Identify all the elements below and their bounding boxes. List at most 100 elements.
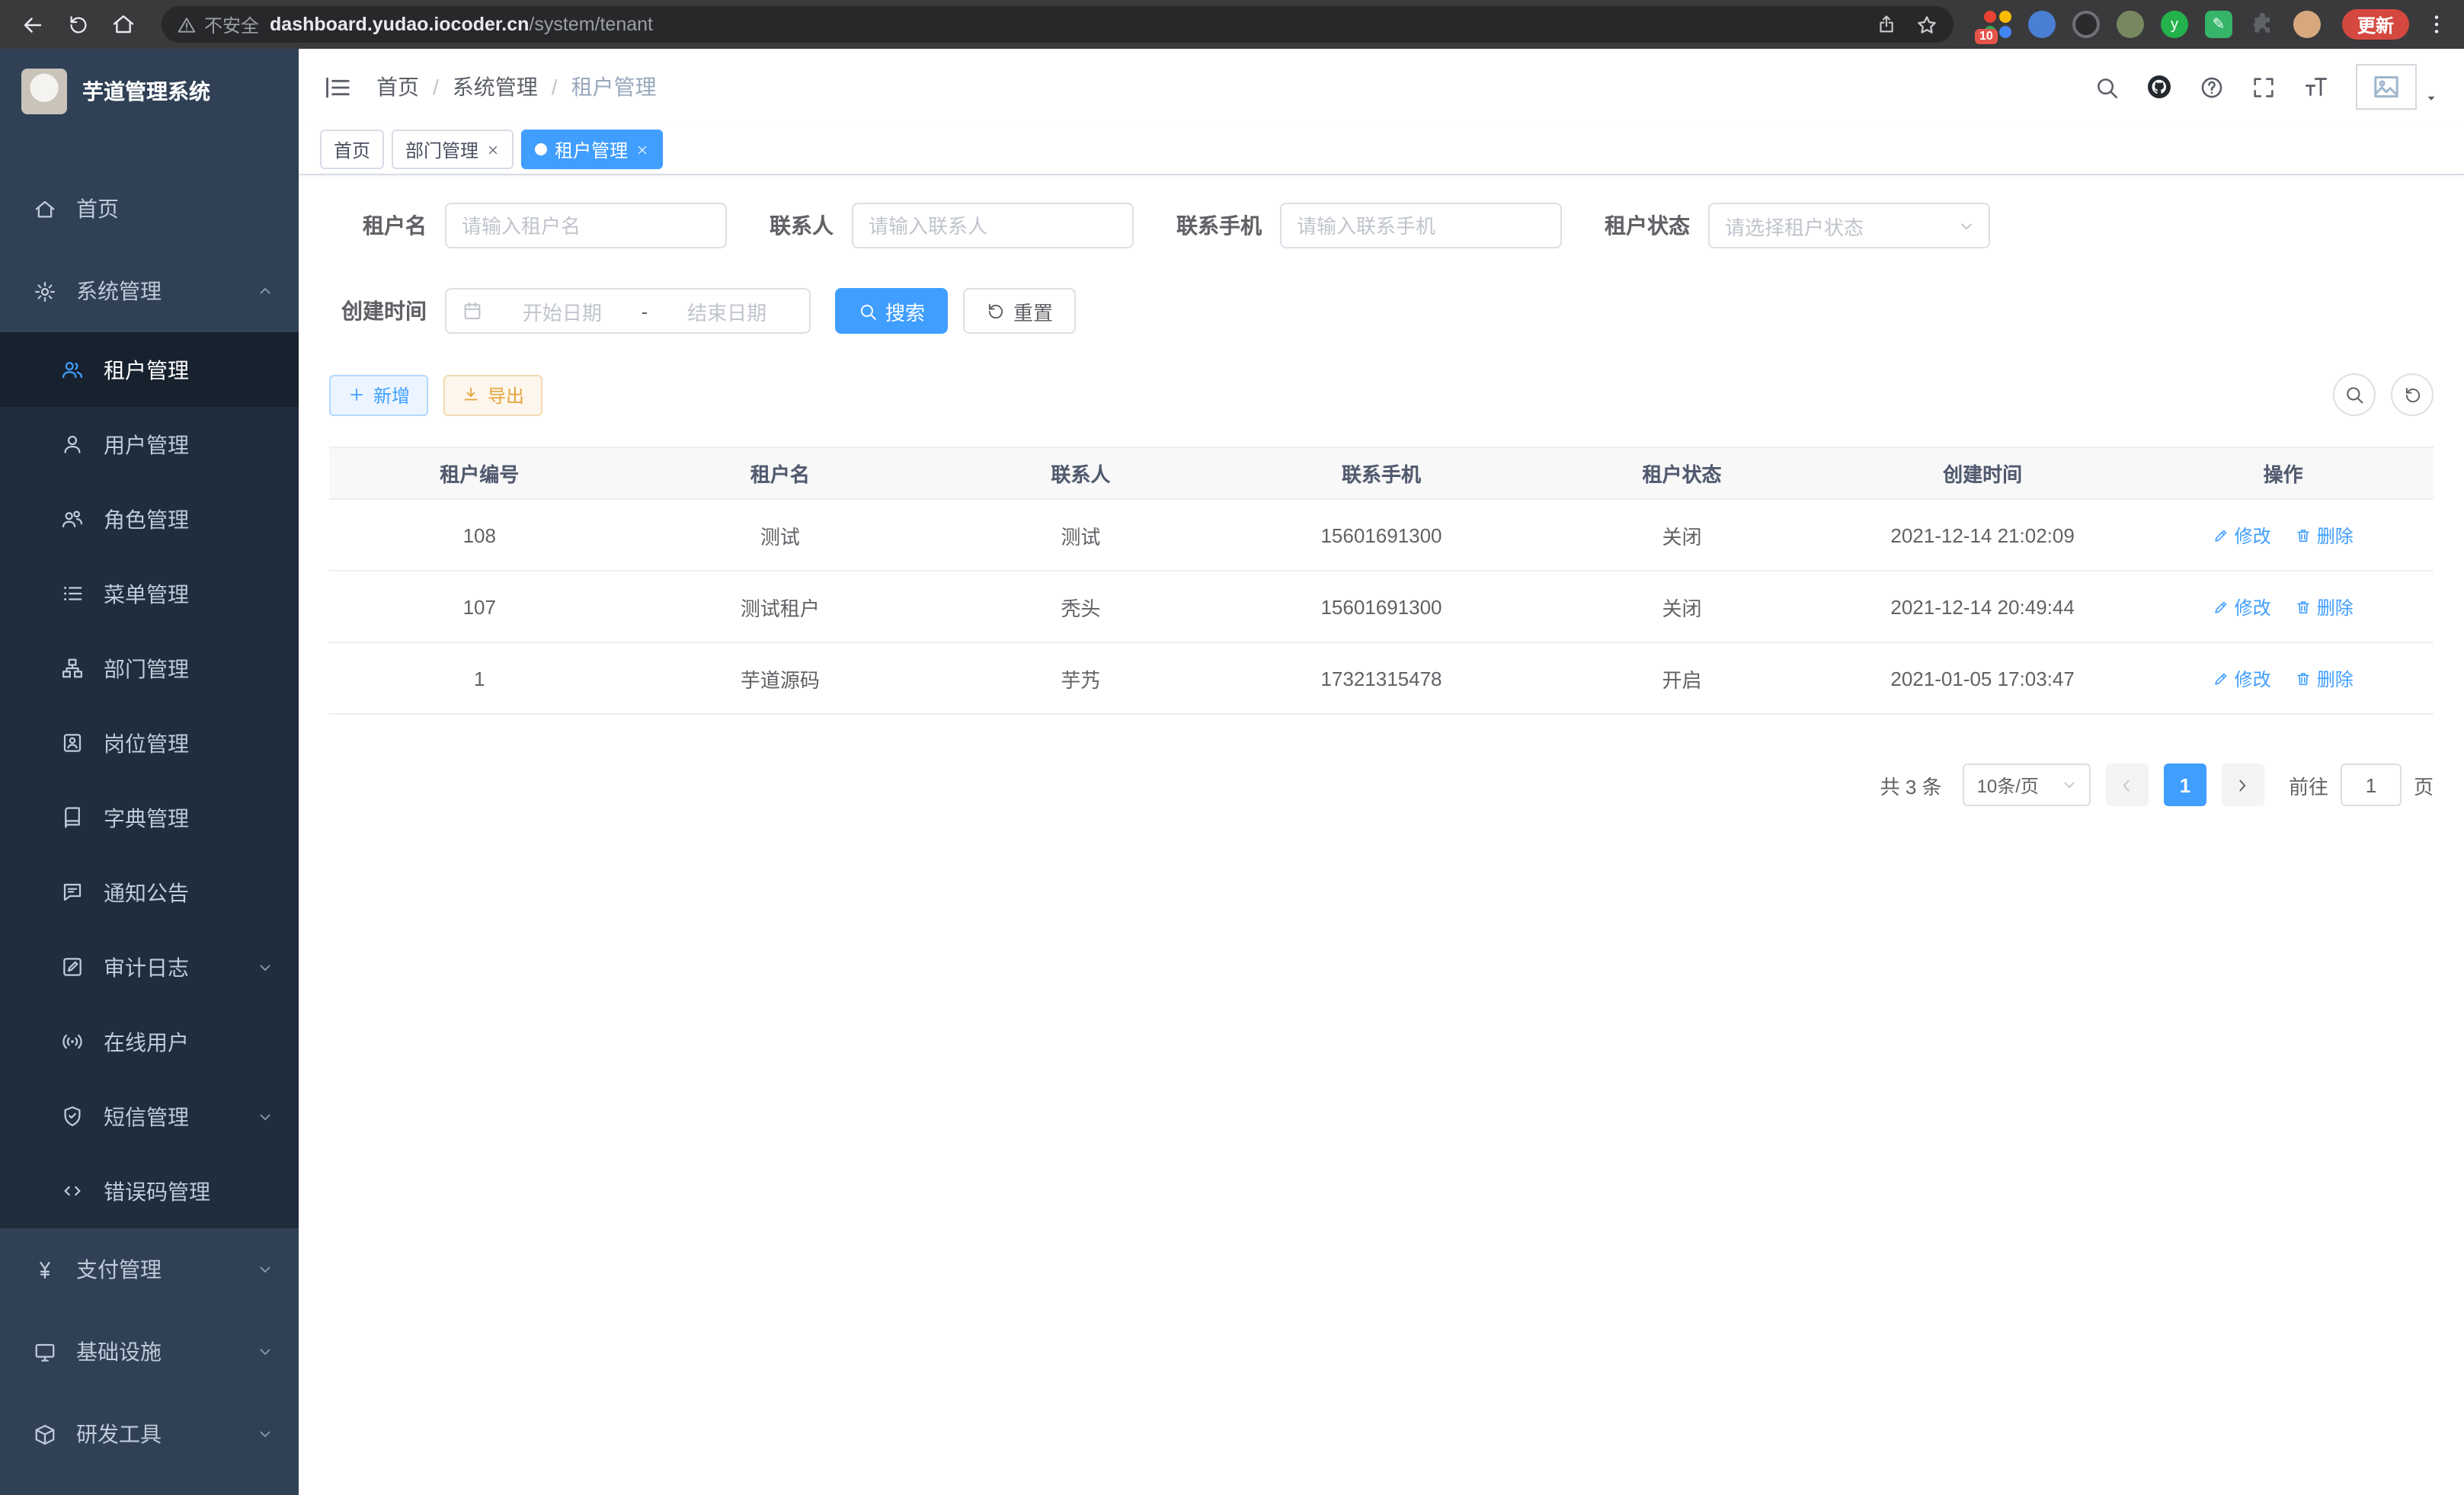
sidebar-item-menus[interactable]: 菜单管理 xyxy=(0,556,299,631)
sidebar-item-dictionary[interactable]: 字典管理 xyxy=(0,780,299,855)
sidebar-item-system[interactable]: 系统管理 xyxy=(0,250,299,332)
fullscreen-icon[interactable] xyxy=(2251,74,2277,100)
sidebar-item-notice[interactable]: 通知公告 xyxy=(0,855,299,930)
edit-link[interactable]: 修改 xyxy=(2213,594,2271,619)
message-icon xyxy=(61,881,84,904)
tenant-name-label: 租户名 xyxy=(329,210,427,241)
cell-status: 关闭 xyxy=(1531,571,1832,642)
breadcrumb-current: 租户管理 xyxy=(571,72,657,102)
next-page-button[interactable] xyxy=(2222,764,2264,806)
tab-tenant[interactable]: 租户管理 xyxy=(521,130,663,169)
delete-link[interactable]: 删除 xyxy=(2296,522,2354,548)
edit-link[interactable]: 修改 xyxy=(2213,522,2271,548)
status-label: 租户状态 xyxy=(1605,210,1690,241)
extension-olive-icon[interactable] xyxy=(2117,11,2144,38)
table-row: 107 测试租户 秃头 15601691300 关闭 2021-12-14 20… xyxy=(329,571,2434,642)
back-icon[interactable] xyxy=(15,8,49,41)
reset-button[interactable]: 重置 xyxy=(963,288,1076,334)
browser-update-button[interactable]: 更新 xyxy=(2342,9,2409,40)
breadcrumb-home[interactable]: 首页 xyxy=(376,72,419,102)
cell-contact: 测试 xyxy=(930,499,1231,571)
home-icon[interactable] xyxy=(107,8,140,41)
trash-icon xyxy=(2296,598,2312,615)
edit-link[interactable]: 修改 xyxy=(2213,665,2271,691)
chevron-down-icon xyxy=(256,958,274,976)
sidebar-item-label: 研发工具 xyxy=(76,1419,162,1449)
tenant-name-input[interactable] xyxy=(445,203,727,248)
cell-actions: 修改删除 xyxy=(2133,499,2434,571)
sidebar-item-online-users[interactable]: 在线用户 xyxy=(0,1004,299,1079)
app-logo[interactable]: 芋道管理系统 xyxy=(0,49,299,134)
cell-contact: 芋艿 xyxy=(930,642,1231,714)
top-navbar: 首页 / 系统管理 / 租户管理 xyxy=(299,49,2464,125)
sidebar-item-error-codes[interactable]: 错误码管理 xyxy=(0,1154,299,1228)
extension-chat-icon[interactable]: ✎ xyxy=(2205,11,2232,38)
col-actions: 操作 xyxy=(2133,447,2434,499)
address-bar[interactable]: 不安全 dashboard.yudao.iocoder.cn/system/te… xyxy=(162,6,1954,43)
sidebar-item-audit-log[interactable]: 审计日志 xyxy=(0,930,299,1004)
goto-page-input[interactable] xyxy=(2341,764,2402,806)
extension-blue-icon[interactable] xyxy=(2028,11,2056,38)
delete-link[interactable]: 删除 xyxy=(2296,665,2354,691)
extension-green-circle-icon[interactable]: y xyxy=(2161,11,2188,38)
page-number-1[interactable]: 1 xyxy=(2164,764,2206,806)
chevron-down-icon xyxy=(1957,216,1976,235)
breadcrumb-separator: / xyxy=(433,75,439,99)
help-icon[interactable] xyxy=(2199,74,2225,100)
extension-grid-icon[interactable]: 10 xyxy=(1984,11,2011,38)
active-dot xyxy=(535,143,547,155)
close-icon[interactable] xyxy=(635,142,649,156)
sidebar-item-dev-tools[interactable]: 研发工具 xyxy=(0,1393,299,1475)
tab-departments[interactable]: 部门管理 xyxy=(392,130,514,169)
delete-link[interactable]: 删除 xyxy=(2296,594,2354,619)
sidebar-item-payment[interactable]: 支付管理 xyxy=(0,1228,299,1311)
github-icon[interactable] xyxy=(2146,73,2173,101)
profile-avatar-icon[interactable] xyxy=(2293,11,2321,38)
breadcrumb-separator: / xyxy=(552,75,558,99)
extension-dark-ring-icon[interactable] xyxy=(2072,11,2100,38)
close-icon[interactable] xyxy=(486,142,500,156)
cell-actions: 修改删除 xyxy=(2133,642,2434,714)
breadcrumb-system[interactable]: 系统管理 xyxy=(453,72,538,102)
tab-home[interactable]: 首页 xyxy=(320,130,384,169)
add-button[interactable]: 新增 xyxy=(329,374,428,415)
sidebar-item-users[interactable]: 用户管理 xyxy=(0,407,299,482)
status-select[interactable]: 请选择租户状态 xyxy=(1708,203,1990,248)
export-button[interactable]: 导出 xyxy=(443,374,542,415)
reload-icon[interactable] xyxy=(61,8,94,41)
sidebar-item-roles[interactable]: 角色管理 xyxy=(0,482,299,556)
header-search-icon[interactable] xyxy=(2094,74,2120,100)
toggle-search-button[interactable] xyxy=(2333,373,2376,416)
security-chip[interactable]: 不安全 xyxy=(177,11,259,37)
browser-menu-icon[interactable] xyxy=(2424,12,2449,37)
sidebar-item-label: 用户管理 xyxy=(104,429,189,459)
prev-page-button[interactable] xyxy=(2106,764,2149,806)
sidebar-item-home[interactable]: 首页 xyxy=(0,168,299,250)
extensions-puzzle-icon[interactable] xyxy=(2249,11,2277,38)
sidebar-item-infrastructure[interactable]: 基础设施 xyxy=(0,1311,299,1393)
bookmark-star-icon[interactable] xyxy=(1915,13,1938,36)
create-time-label: 创建时间 xyxy=(329,296,427,326)
sidebar-item-sms[interactable]: 短信管理 xyxy=(0,1079,299,1154)
search-button[interactable]: 搜索 xyxy=(835,288,948,334)
col-status: 租户状态 xyxy=(1531,447,1832,499)
sidebar-item-departments[interactable]: 部门管理 xyxy=(0,631,299,706)
user-avatar[interactable] xyxy=(2356,64,2440,110)
sidebar-menu: 首页 系统管理 租户管理 用户管理 xyxy=(0,168,299,1475)
share-icon[interactable] xyxy=(1876,14,1897,35)
export-button-label: 导出 xyxy=(488,382,524,408)
sidebar-item-positions[interactable]: 岗位管理 xyxy=(0,706,299,780)
url-domain: dashboard.yudao.iocoder.cn xyxy=(270,14,529,35)
sidebar-collapse-icon[interactable] xyxy=(323,72,352,101)
caret-down-icon xyxy=(2423,90,2440,107)
date-range-picker[interactable]: 开始日期 - 结束日期 xyxy=(445,288,811,334)
contact-input[interactable] xyxy=(852,203,1134,248)
sidebar-item-tenant[interactable]: 租户管理 xyxy=(0,332,299,407)
table-row: 1 芋道源码 芋艿 17321315478 开启 2021-01-05 17:0… xyxy=(329,642,2434,714)
refresh-table-button[interactable] xyxy=(2391,373,2434,416)
phone-input[interactable] xyxy=(1280,203,1562,248)
font-size-icon[interactable] xyxy=(2302,73,2330,101)
page-size-select[interactable]: 10条/页 xyxy=(1963,764,2091,806)
col-created: 创建时间 xyxy=(1832,447,2133,499)
date-end-placeholder: 结束日期 xyxy=(660,296,794,325)
